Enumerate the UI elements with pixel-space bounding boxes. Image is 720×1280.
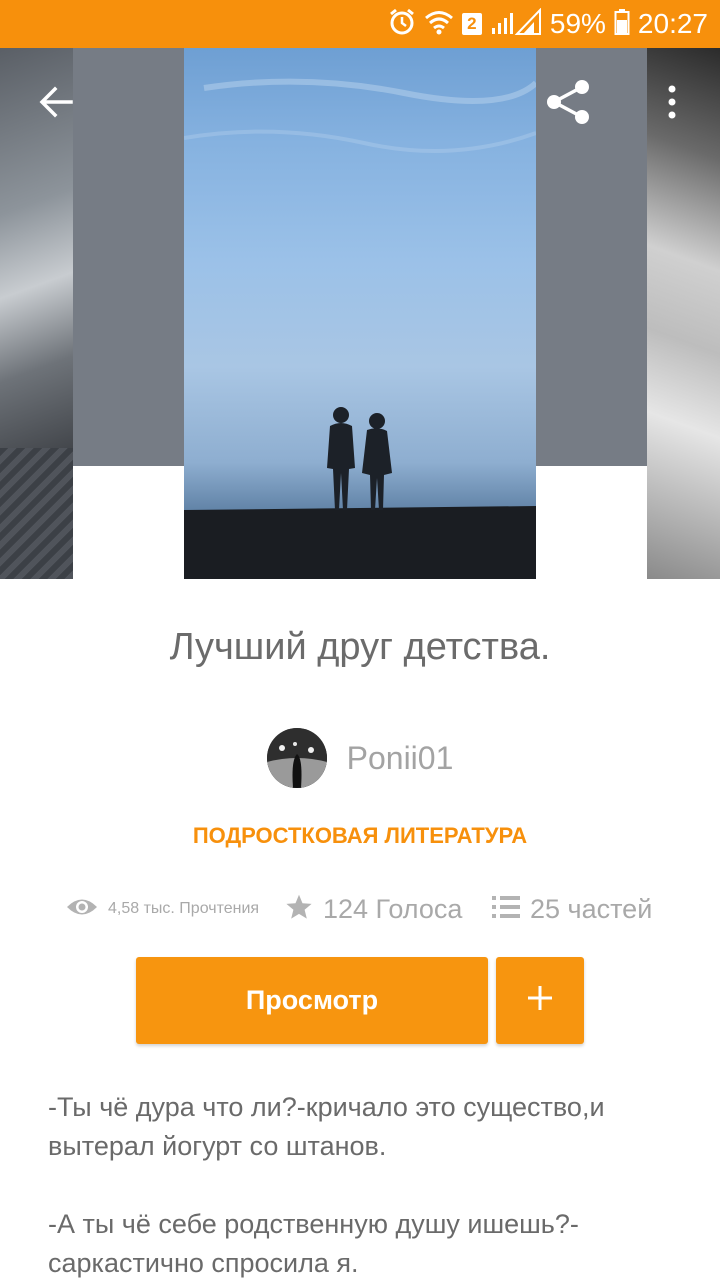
share-icon	[544, 78, 592, 131]
cover-silhouettes	[184, 78, 536, 579]
votes-count: 124 Голоса	[323, 893, 463, 924]
excerpt-paragraph: -А ты чё себе родственную душу ишешь?-са…	[48, 1209, 579, 1278]
signal-icon	[490, 7, 542, 41]
back-button[interactable]	[28, 76, 84, 132]
story-stats: 4,58 тыс. Прочтения 124 Голоса 25 частей	[0, 886, 720, 932]
clock: 20:27	[637, 8, 708, 39]
author-row[interactable]: Ponii01	[0, 728, 720, 788]
more-options-button[interactable]	[644, 76, 700, 132]
story-cover-image[interactable]	[184, 48, 536, 579]
story-title: Лучший друг детства.	[169, 626, 551, 668]
author-name[interactable]: Ponii01	[347, 740, 454, 777]
story-excerpt: -Ты чё дура что ли?-кричало это существо…	[48, 1088, 688, 1280]
battery-percent: 59%	[549, 8, 606, 39]
share-button[interactable]	[540, 76, 596, 132]
add-to-library-button[interactable]	[496, 957, 584, 1044]
author-avatar[interactable]	[266, 728, 327, 788]
avatar-image	[266, 728, 327, 788]
list-icon	[492, 895, 520, 924]
battery-icon	[614, 8, 630, 41]
alarm-icon	[388, 8, 416, 41]
back-arrow-icon	[38, 84, 74, 125]
excerpt-paragraph: -Ты чё дура что ли?-кричало это существо…	[48, 1092, 605, 1161]
more-vert-icon	[666, 84, 678, 125]
reads-stat: 4,58 тыс. Прочтения	[66, 886, 259, 932]
cover-header	[0, 48, 720, 579]
plus-icon	[526, 984, 554, 1017]
prev-cover-detail	[0, 448, 73, 579]
status-bar: 2 59% 20:27	[0, 0, 720, 48]
eye-icon	[66, 896, 98, 923]
star-icon	[285, 893, 313, 926]
reads-count: 4,58 тыс. Прочтения	[108, 900, 260, 917]
status-icons: 2 59% 20:27	[388, 6, 708, 42]
wifi-badge: 2	[461, 13, 482, 35]
wifi-icon	[424, 9, 454, 40]
parts-stat: 25 частей	[492, 886, 652, 932]
story-category[interactable]: ПОДРОСТКОВАЯ ЛИТЕРАТУРА	[0, 823, 720, 849]
read-button[interactable]: Просмотр	[136, 957, 488, 1044]
parts-count: 25 частей	[530, 893, 653, 924]
votes-stat: 124 Голоса	[285, 886, 462, 932]
